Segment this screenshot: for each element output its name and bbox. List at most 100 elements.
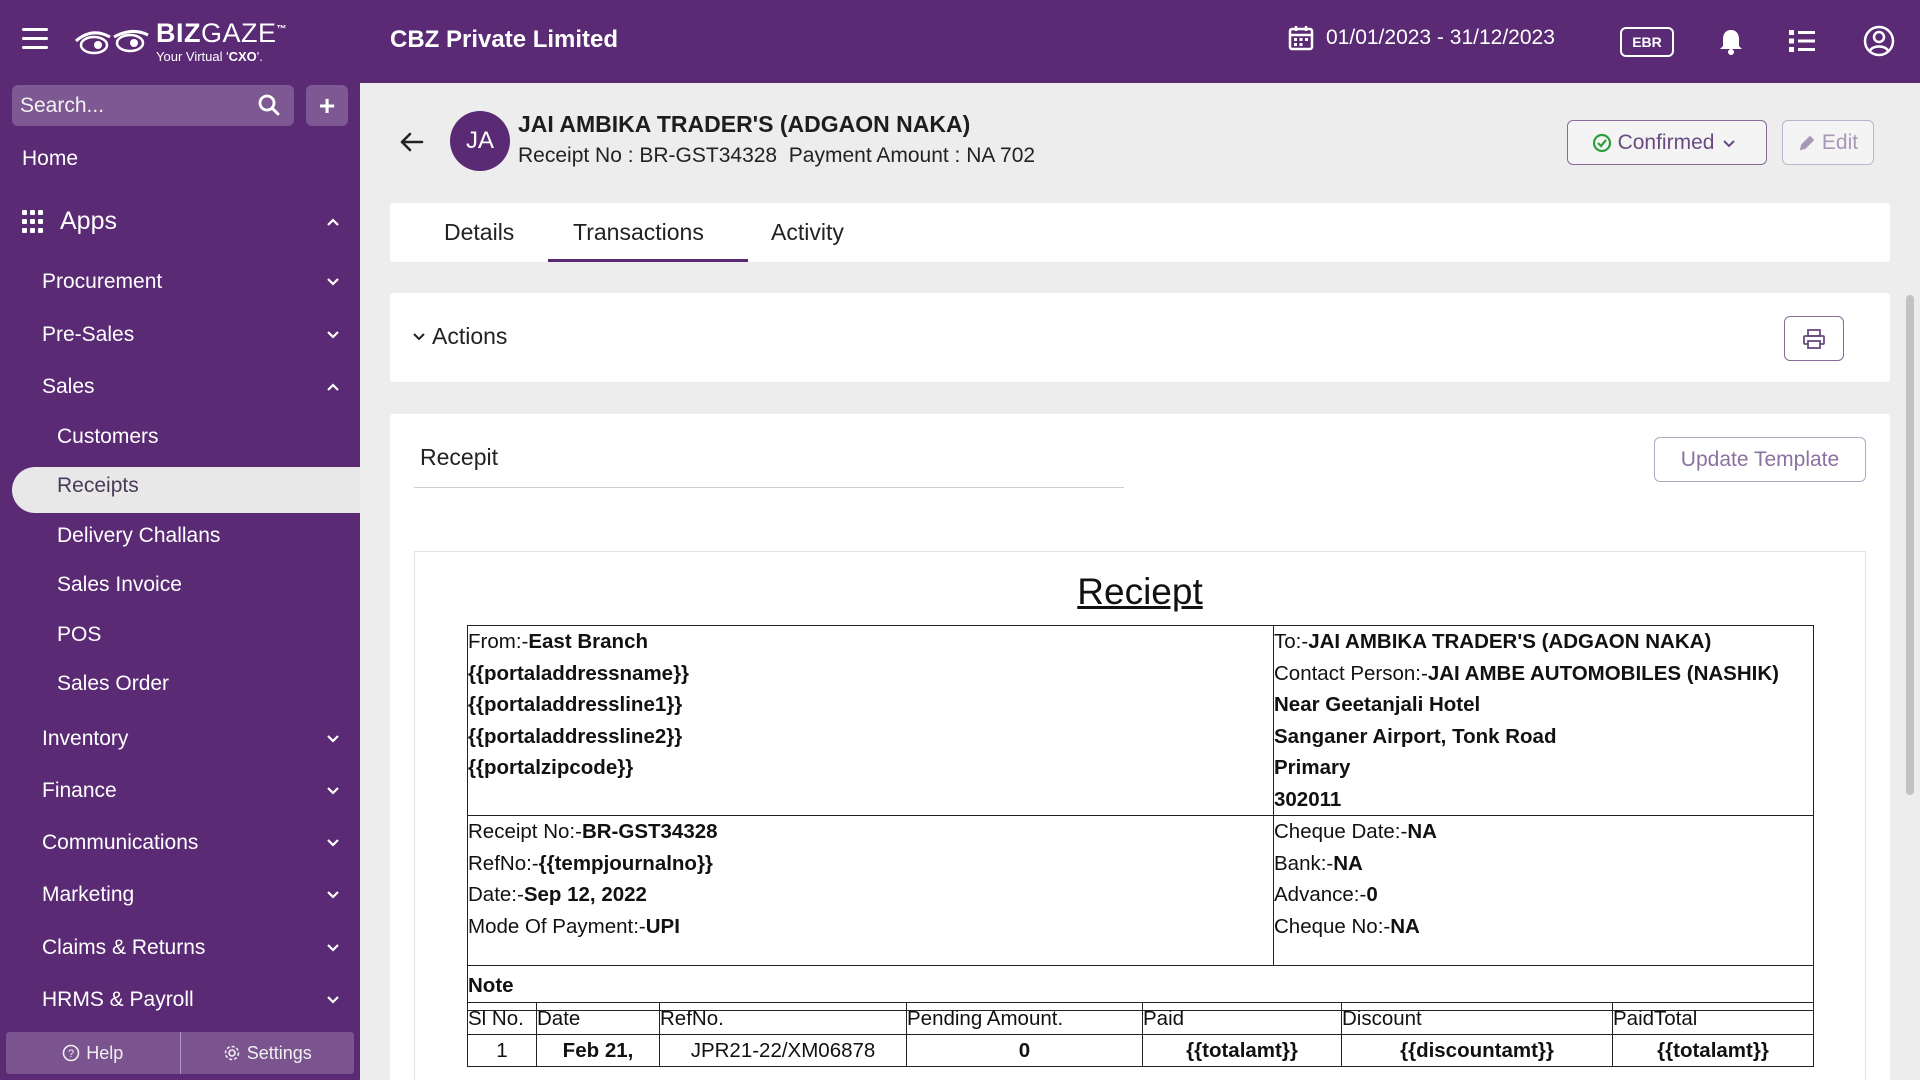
- gear-icon: [224, 1045, 240, 1061]
- print-button[interactable]: [1784, 316, 1844, 361]
- receipt-info-table: From:-East Branch {{portaladdressname}} …: [467, 625, 1814, 1011]
- from-line: {{portaladdressline1}}: [468, 693, 683, 716]
- field-label: Date:-: [468, 883, 524, 906]
- settings-label: Settings: [246, 1042, 312, 1063]
- from-line: {{portalzipcode}}: [468, 756, 634, 779]
- search-icon[interactable]: [258, 94, 280, 116]
- back-arrow-icon[interactable]: [398, 128, 426, 156]
- nav-marketing[interactable]: Marketing: [42, 883, 340, 907]
- nav-pos[interactable]: POS: [57, 623, 101, 647]
- update-template-button[interactable]: Update Template: [1654, 437, 1866, 482]
- calendar-icon: [1288, 26, 1314, 51]
- nav-apps[interactable]: Apps: [22, 207, 340, 236]
- column-header: Date: [536, 1002, 660, 1035]
- menu-icon[interactable]: [22, 28, 48, 52]
- template-title: Recepit: [420, 444, 498, 470]
- bizgaze-logo[interactable]: BIZGAZE™ Your Virtual 'CXO'.: [72, 18, 287, 64]
- field-label: Bank:-: [1274, 851, 1334, 875]
- receipt-document: Reciept From:-East Branch {{portaladdres…: [414, 551, 1866, 1080]
- company-name[interactable]: CBZ Private Limited: [390, 26, 618, 54]
- nav-item-label: Procurement: [42, 270, 163, 293]
- avatar: JA: [450, 111, 510, 171]
- title-divider: [414, 487, 1124, 488]
- cell-refno: JPR21-22/XM06878: [659, 1034, 907, 1067]
- field-value: {{tempjournalno}}: [538, 851, 713, 875]
- nav-inventory[interactable]: Inventory: [42, 727, 340, 751]
- to-line: 302011: [1274, 787, 1342, 811]
- cell-paidtotal: {{totalamt}}: [1612, 1034, 1814, 1067]
- from-line: {{portaladdressline2}}: [468, 724, 683, 748]
- actions-panel: Actions: [390, 293, 1890, 382]
- from-value: East Branch: [528, 630, 648, 653]
- field-value: 0: [1366, 883, 1378, 906]
- chevron-down-icon: [327, 839, 339, 847]
- nav-procurement[interactable]: Procurement: [42, 270, 340, 294]
- nav-hrms-payroll[interactable]: HRMS & Payroll: [42, 988, 340, 1012]
- nav-finance[interactable]: Finance: [42, 779, 340, 803]
- nav-sales-invoice[interactable]: Sales Invoice: [57, 573, 182, 597]
- tab-transactions[interactable]: Transactions: [573, 219, 704, 246]
- chevron-down-icon: [327, 787, 339, 795]
- printer-icon: [1803, 328, 1825, 349]
- status-label: Confirmed: [1617, 130, 1715, 154]
- bell-icon[interactable]: [1714, 24, 1748, 58]
- nav-delivery-challans[interactable]: Delivery Challans: [57, 524, 220, 548]
- search-input[interactable]: [20, 93, 250, 118]
- column-header: Discount: [1341, 1002, 1613, 1035]
- brand-tagline-post: '.: [256, 48, 263, 64]
- chevron-down-icon: [1723, 139, 1736, 147]
- cell-sl: 1: [467, 1034, 537, 1067]
- list-icon[interactable]: [1785, 24, 1819, 58]
- active-tab-indicator: [548, 259, 748, 262]
- help-button[interactable]: ? Help: [6, 1032, 181, 1074]
- record-subtitle: Receipt No : BR-GST34328 Payment Amount …: [518, 144, 1036, 167]
- nav-item-label: Communications: [42, 831, 199, 854]
- scrollbar-thumb[interactable]: [1906, 295, 1914, 795]
- settings-button[interactable]: Settings: [181, 1032, 355, 1074]
- pencil-icon: [1799, 135, 1815, 150]
- date-range-text: 01/01/2023 - 31/12/2023: [1326, 26, 1555, 49]
- nav-communications[interactable]: Communications: [42, 831, 340, 855]
- nav-receipts[interactable]: Receipts: [57, 474, 139, 498]
- brand-thin: GAZE: [201, 17, 277, 48]
- edit-label: Edit: [1821, 130, 1859, 154]
- brand-tagline-pre: Your Virtual ': [156, 48, 229, 64]
- cell-discount: {{discountamt}}: [1341, 1034, 1613, 1067]
- tab-activity[interactable]: Activity: [771, 219, 844, 246]
- search-box: [12, 85, 294, 126]
- nav-claims-returns[interactable]: Claims & Returns: [42, 936, 340, 960]
- nav-customers[interactable]: Customers: [57, 425, 159, 449]
- tab-details[interactable]: Details: [444, 219, 514, 246]
- cell-date: Feb 21,: [536, 1034, 660, 1067]
- field-value: BR-GST34328: [581, 820, 718, 843]
- nav-home[interactable]: Home: [22, 147, 78, 171]
- nav-item-label: Finance: [42, 779, 117, 802]
- nav-sales[interactable]: Sales: [42, 375, 340, 399]
- nav-apps-label: Apps: [60, 207, 117, 235]
- user-circle-icon[interactable]: [1862, 24, 1896, 58]
- field-value: NA: [1407, 820, 1437, 843]
- actions-toggle[interactable]: Actions: [412, 323, 507, 350]
- status-dropdown[interactable]: Confirmed: [1567, 120, 1767, 165]
- field-label: RefNo:-: [468, 851, 539, 875]
- chevron-down-icon: [327, 996, 339, 1004]
- column-header: RefNo.: [659, 1002, 907, 1035]
- nav-pre-sales[interactable]: Pre-Sales: [42, 323, 340, 347]
- field-value: Sep 12, 2022: [523, 883, 647, 906]
- add-button[interactable]: +: [306, 85, 348, 126]
- from-label: From:-: [468, 630, 529, 653]
- contact-value: JAI AMBE AUTOMOBILES (NASHIK): [1427, 661, 1779, 685]
- date-range-picker[interactable]: 01/01/2023 - 31/12/2023: [1288, 25, 1555, 51]
- edit-button[interactable]: Edit: [1782, 120, 1874, 165]
- template-panel: Recepit Update Template Reciept From:-Ea…: [390, 414, 1890, 1080]
- field-label: Cheque Date:-: [1274, 820, 1408, 843]
- sidebar-footer: ? Help Settings: [6, 1032, 354, 1074]
- chevron-down-icon: [327, 944, 339, 952]
- help-label: Help: [86, 1042, 124, 1063]
- nav-sales-order[interactable]: Sales Order: [57, 672, 169, 696]
- top-bar: BIZGAZE™ Your Virtual 'CXO'. CBZ Private…: [0, 0, 1920, 83]
- ebr-button[interactable]: EBR: [1620, 27, 1674, 57]
- field-label: Mode Of Payment:-: [468, 914, 646, 938]
- nav-item-label: Claims & Returns: [42, 936, 206, 959]
- column-header: Sl No.: [467, 1002, 537, 1035]
